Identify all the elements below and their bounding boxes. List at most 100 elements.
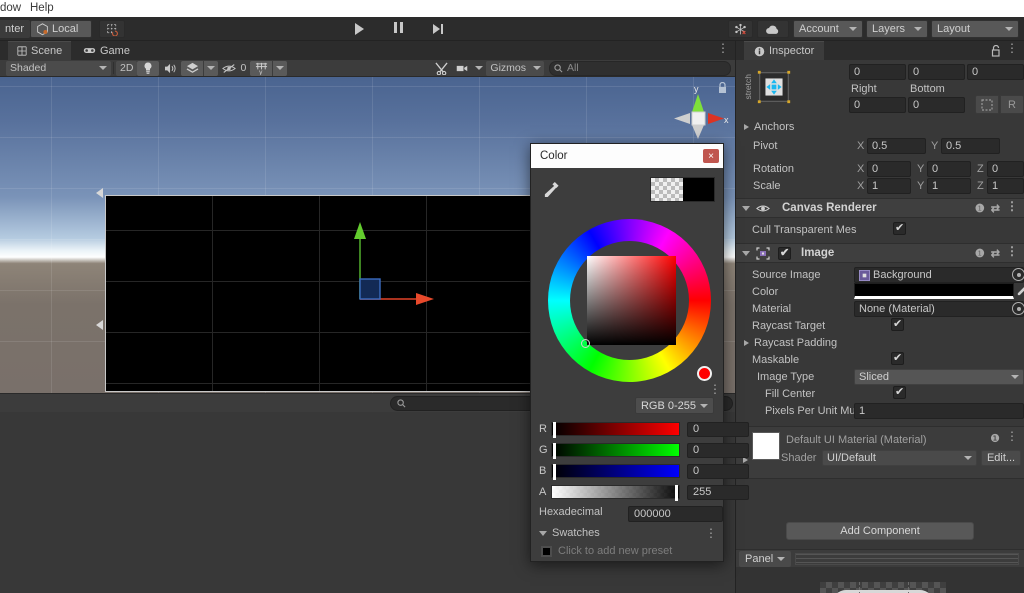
preview-slider[interactable] bbox=[795, 553, 1019, 565]
tab-game[interactable]: Game bbox=[74, 41, 139, 60]
scene-panel-menu-icon[interactable]: ⋮ bbox=[717, 44, 729, 53]
add-preset-swatch[interactable] bbox=[541, 546, 552, 557]
channel-r-value[interactable]: 0 bbox=[687, 422, 749, 437]
tab-inspector[interactable]: Inspector bbox=[744, 41, 824, 60]
maskable-checkbox[interactable] bbox=[891, 352, 904, 365]
add-component-button[interactable]: Add Component bbox=[786, 522, 974, 540]
channel-b-slider[interactable] bbox=[551, 464, 680, 478]
shader-edit-button[interactable]: Edit... bbox=[981, 450, 1021, 466]
help-icon[interactable]: ❶ bbox=[975, 202, 985, 215]
raycast-target-checkbox[interactable] bbox=[891, 318, 904, 331]
anchor-preset-widget[interactable]: stretch bbox=[743, 68, 793, 106]
gizmos-button[interactable]: Gizmos bbox=[486, 61, 530, 76]
color-picker-menu-icon[interactable]: ⋮ bbox=[709, 385, 721, 394]
handle-space-button[interactable]: Local bbox=[30, 20, 92, 38]
rotation-x-field[interactable]: 0 bbox=[867, 161, 911, 177]
gizmos-dropdown[interactable] bbox=[530, 61, 544, 76]
blueprint-mode-button[interactable] bbox=[975, 95, 999, 114]
component-header-canvas-renderer[interactable]: Canvas Renderer ❶ ⇄ ⋮ bbox=[736, 198, 1024, 218]
cloud-button[interactable] bbox=[757, 20, 789, 38]
hexadecimal-field[interactable]: 000000 bbox=[628, 506, 723, 522]
help-icon[interactable]: ❶ bbox=[990, 432, 1000, 445]
pivot-x-field[interactable]: 0.5 bbox=[867, 138, 926, 154]
unlocked-icon[interactable] bbox=[991, 45, 1001, 57]
preset-icon[interactable]: ⇄ bbox=[991, 202, 1000, 215]
scale-y-field[interactable]: 1 bbox=[927, 178, 971, 194]
scene-camera-button[interactable] bbox=[452, 61, 472, 76]
scene-grid-dropdown[interactable] bbox=[273, 61, 287, 76]
kebab-icon[interactable]: ⋮ bbox=[1006, 432, 1018, 445]
color-mode-dropdown[interactable]: RGB 0-255 bbox=[635, 397, 714, 414]
anchor-handle-top-left[interactable] bbox=[96, 188, 103, 198]
rect-posz-field[interactable]: 0 bbox=[967, 64, 1024, 80]
scale-x-field[interactable]: 1 bbox=[867, 178, 911, 194]
material-field[interactable]: None (Material) bbox=[854, 301, 1024, 317]
channel-b-value[interactable]: 0 bbox=[687, 464, 749, 479]
pause-button[interactable] bbox=[379, 19, 418, 39]
move-tool-gizmo[interactable] bbox=[352, 221, 436, 311]
tab-scene[interactable]: Scene bbox=[8, 41, 71, 60]
preview-object-dropdown[interactable]: Panel bbox=[739, 551, 791, 567]
kebab-icon[interactable]: ⋮ bbox=[1006, 202, 1018, 215]
saturation-value-square[interactable] bbox=[587, 256, 676, 345]
image-color-swatch[interactable] bbox=[854, 283, 1014, 299]
play-button[interactable] bbox=[340, 19, 379, 39]
rect-top-field[interactable]: 0 bbox=[908, 64, 965, 80]
swatches-foldout[interactable]: Swatches ⋮ bbox=[539, 527, 717, 539]
image-type-dropdown[interactable]: Sliced bbox=[854, 369, 1024, 385]
channel-a-slider[interactable] bbox=[551, 485, 680, 499]
swatches-menu-icon[interactable]: ⋮ bbox=[705, 529, 717, 538]
preset-icon[interactable]: ⇄ bbox=[991, 247, 1000, 260]
source-image-field[interactable]: Background bbox=[854, 267, 1024, 283]
draw-mode-dropdown[interactable]: Shaded bbox=[6, 61, 111, 76]
color-picker-close-button[interactable]: × bbox=[703, 149, 719, 163]
material-picker[interactable] bbox=[1012, 302, 1024, 315]
scene-audio-button[interactable] bbox=[159, 61, 181, 76]
os-menu-item-window[interactable]: dow bbox=[0, 2, 21, 14]
channel-g-slider[interactable] bbox=[551, 443, 680, 457]
layers-dropdown[interactable]: Layers bbox=[866, 20, 928, 38]
cull-transparent-checkbox[interactable] bbox=[893, 222, 906, 235]
scene-fx-button[interactable] bbox=[181, 61, 203, 76]
eyedropper-icon[interactable] bbox=[1016, 284, 1024, 297]
anchors-foldout[interactable]: Anchors bbox=[744, 121, 794, 133]
layout-dropdown[interactable]: Layout bbox=[931, 20, 1019, 38]
fill-center-checkbox[interactable] bbox=[893, 386, 906, 399]
inspector-menu-icon[interactable]: ⋮ bbox=[1006, 44, 1018, 53]
scene-orientation-gizmo[interactable]: y x bbox=[668, 82, 730, 140]
eyedropper-icon[interactable] bbox=[543, 180, 560, 199]
pivot-y-field[interactable]: 0.5 bbox=[941, 138, 1000, 154]
rect-right-field[interactable]: 0 bbox=[849, 97, 906, 113]
color-picker-window[interactable]: Color × RGB 0-255 R 0 bbox=[530, 143, 724, 562]
sv-handle[interactable] bbox=[581, 339, 590, 348]
pivot-mode-button[interactable]: nter bbox=[0, 20, 30, 38]
channel-r-slider[interactable] bbox=[551, 422, 680, 436]
scene-gizmo-search[interactable]: All bbox=[549, 61, 731, 76]
scene-fx-dropdown[interactable] bbox=[204, 61, 218, 76]
add-preset-row[interactable]: Click to add new preset bbox=[541, 545, 672, 557]
ppu-field[interactable]: 1 bbox=[854, 403, 1024, 419]
grid-snap-button[interactable] bbox=[99, 20, 125, 38]
scale-z-field[interactable]: 1 bbox=[987, 178, 1024, 194]
raycast-padding-foldout[interactable]: Raycast Padding bbox=[744, 337, 837, 349]
image-enabled-checkbox[interactable] bbox=[778, 247, 791, 260]
anchor-handle-bottom-left[interactable] bbox=[96, 320, 103, 330]
hidden-objects-button[interactable]: 0 bbox=[218, 61, 250, 76]
channel-g-value[interactable]: 0 bbox=[687, 443, 749, 458]
preview-viewport[interactable] bbox=[736, 567, 1024, 593]
step-button[interactable] bbox=[418, 19, 457, 39]
os-menu-item-help[interactable]: Help bbox=[30, 2, 54, 14]
scene-tools-button[interactable] bbox=[430, 61, 452, 76]
toggle-2d-button[interactable]: 2D bbox=[116, 61, 137, 76]
scene-lighting-button[interactable] bbox=[137, 61, 159, 76]
rect-bottom-field[interactable]: 0 bbox=[908, 97, 965, 113]
rotation-y-field[interactable]: 0 bbox=[927, 161, 971, 177]
scene-camera-dropdown[interactable] bbox=[472, 61, 486, 76]
channel-a-value[interactable]: 255 bbox=[687, 485, 749, 500]
services-button[interactable] bbox=[728, 20, 753, 38]
raw-edit-button[interactable]: R bbox=[1000, 95, 1024, 114]
help-icon[interactable]: ❶ bbox=[975, 247, 985, 260]
shader-dropdown[interactable]: UI/Default bbox=[822, 450, 977, 466]
account-dropdown[interactable]: Account bbox=[793, 20, 863, 38]
component-header-image[interactable]: Image ❶ ⇄ ⋮ bbox=[736, 243, 1024, 263]
